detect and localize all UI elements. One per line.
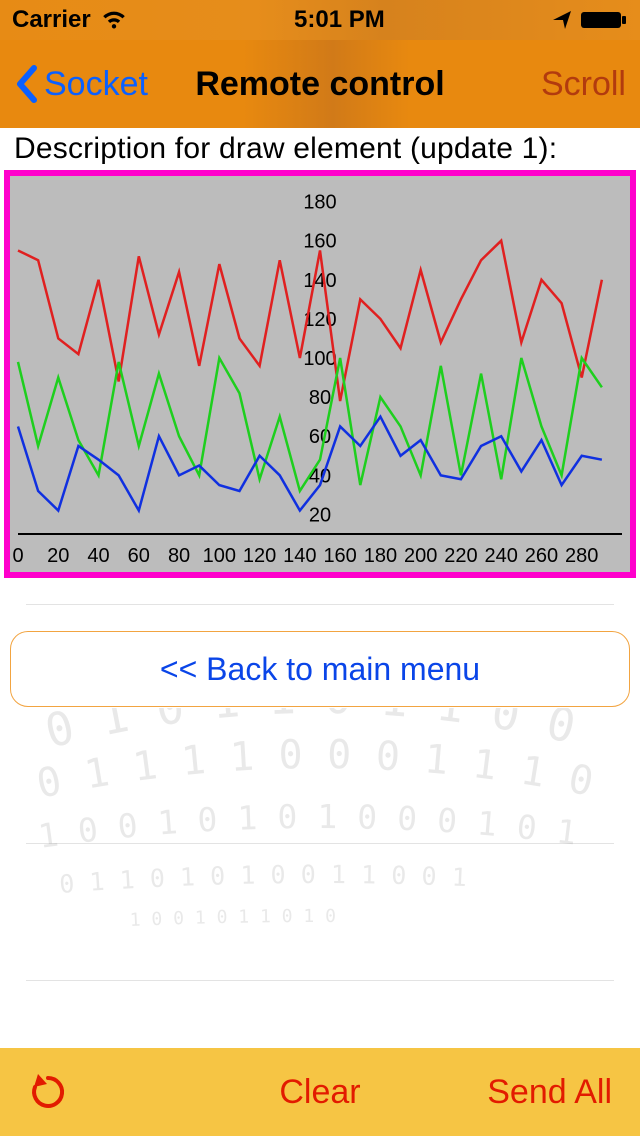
content-area: Description for draw element (update 1):…: [0, 128, 640, 1048]
svg-text:260: 260: [525, 545, 558, 567]
clear-button[interactable]: Clear: [279, 1073, 360, 1112]
svg-text:100: 100: [303, 348, 336, 370]
svg-text:40: 40: [87, 545, 109, 567]
svg-text:140: 140: [303, 270, 336, 292]
svg-text:180: 180: [364, 545, 397, 567]
svg-text:0 1 1 0 1 0 1 0 0 1 1 0 0 1: 0 1 1 0 1 0 1 0 0 1 1 0 0 1: [58, 860, 467, 899]
svg-text:0 1 1 1 1 0 0 0 1 1 1 0 1 0 1: 0 1 1 1 1 0 0 0 1 1 1 0 1 0 1 0: [10, 708, 597, 808]
wifi-icon: [101, 10, 127, 30]
send-all-button[interactable]: Send All: [487, 1073, 612, 1112]
svg-text:1 0 0 1 0 1 0 1 0 0 0 1 0 1 0: 1 0 0 1 0 1 0 1 0 0 0 1 0 1 0: [10, 708, 599, 856]
divider: [26, 604, 614, 605]
bottom-toolbar: Clear Send All: [0, 1048, 640, 1136]
svg-text:0: 0: [12, 545, 23, 567]
svg-text:80: 80: [309, 387, 331, 409]
svg-text:20: 20: [47, 545, 69, 567]
svg-text:1 0 0 1 0 1 1 0 1 0: 1 0 0 1 0 1 1 0 1 0: [129, 906, 336, 931]
back-to-menu-label: << Back to main menu: [160, 651, 480, 688]
svg-text:240: 240: [485, 545, 518, 567]
svg-text:160: 160: [303, 231, 336, 253]
nav-bar: Socket Remote control Scroll: [0, 40, 640, 128]
svg-text:280: 280: [565, 545, 598, 567]
refresh-icon: [28, 1070, 68, 1114]
svg-text:20: 20: [309, 504, 331, 526]
svg-text:200: 200: [404, 545, 437, 567]
chart-description: Description for draw element (update 1):: [0, 128, 640, 168]
divider: [26, 980, 614, 981]
chart-container: 2040608010012014016018002040608010012014…: [4, 170, 636, 578]
svg-text:60: 60: [128, 545, 150, 567]
refresh-button[interactable]: [28, 1070, 68, 1114]
svg-text:220: 220: [444, 545, 477, 567]
svg-text:180: 180: [303, 192, 336, 214]
chevron-left-icon: [14, 64, 38, 104]
clock: 5:01 PM: [294, 6, 385, 34]
svg-text:80: 80: [168, 545, 190, 567]
line-chart: 2040608010012014016018002040608010012014…: [10, 176, 630, 572]
battery-icon: [580, 10, 628, 30]
back-to-menu-button[interactable]: << Back to main menu: [10, 631, 630, 707]
divider: [26, 843, 614, 844]
carrier-label: Carrier: [12, 6, 91, 34]
status-bar: Carrier 5:01 PM: [0, 0, 640, 40]
location-icon: [552, 10, 572, 30]
svg-text:120: 120: [243, 545, 276, 567]
scroll-button[interactable]: Scroll: [541, 65, 626, 104]
back-button[interactable]: Socket: [14, 64, 148, 104]
back-label: Socket: [44, 65, 148, 104]
svg-text:0 1 0 1 1 0 1 1 0 0 1 0 1 0 1: 0 1 0 1 1 0 1 1 0 0 1 0 1 0 1 0 1: [10, 708, 608, 761]
svg-text:100: 100: [203, 545, 236, 567]
svg-text:140: 140: [283, 545, 316, 567]
svg-text:60: 60: [309, 426, 331, 448]
binary-background: 0 1 0 1 1 0 1 1 0 0 1 0 1 0 1 0 1 0 1 1 …: [0, 708, 640, 938]
svg-text:160: 160: [323, 545, 356, 567]
